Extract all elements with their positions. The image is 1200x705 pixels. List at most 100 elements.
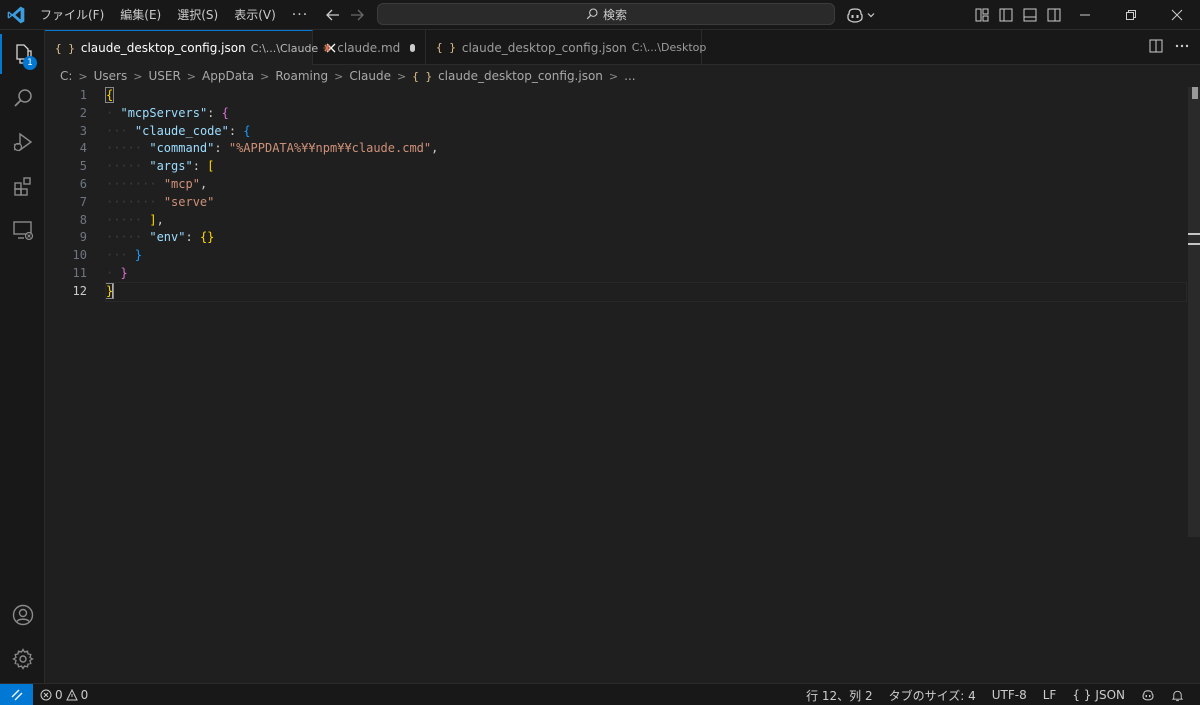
line-number-gutter: 1 2 3 4 5 6 7 8 9 10 11 12 — [45, 87, 95, 301]
json-key: "command" — [149, 141, 215, 156]
breadcrumb-item[interactable]: USER — [148, 69, 180, 83]
line-number: 5 — [79, 159, 87, 174]
remote-indicator-button[interactable] — [0, 684, 33, 705]
menu-file[interactable]: ファイル(F) — [32, 4, 112, 26]
go-back-icon[interactable] — [323, 5, 343, 25]
chevron-right-icon: > — [133, 69, 143, 83]
activity-extensions[interactable] — [0, 164, 45, 208]
activity-bar: 1 — [0, 30, 45, 683]
line-number: 1 — [79, 88, 87, 102]
tab-description: C:\...\Desktop — [631, 41, 707, 54]
toggle-panel-icon[interactable] — [1020, 5, 1040, 25]
status-bar: 0 0 行 12、列 2 タブのサイズ: 4 UTF-8 LF { } JSON — [0, 683, 1200, 705]
code-editor[interactable]: 1 2 3 4 5 6 7 8 9 10 11 12 { · "mcpServe… — [45, 87, 1200, 683]
toggle-secondary-sidebar-icon[interactable] — [1044, 5, 1064, 25]
scrollbar-thumb[interactable] — [1192, 87, 1198, 99]
json-key: "mcpServers" — [120, 105, 208, 120]
problems-status[interactable]: 0 0 — [40, 684, 88, 705]
code-line[interactable]: ······· "serve" — [106, 194, 1186, 212]
json-string: "%APPDATA%¥¥npm¥¥claude.cmd" — [228, 141, 432, 156]
code-line[interactable]: ····· ], — [106, 212, 1186, 230]
code-line[interactable]: ····· "command": "%APPDATA%¥¥npm¥¥claude… — [106, 140, 1186, 158]
window-controls — [1062, 0, 1200, 30]
line-number: 7 — [79, 194, 87, 209]
copilot-icon — [847, 8, 863, 23]
unsaved-dot-icon[interactable] — [410, 43, 415, 52]
go-forward-icon[interactable] — [347, 5, 367, 25]
json-string: "serve" — [163, 194, 215, 209]
tab-description: C:\...\Claude — [250, 41, 319, 55]
json-icon: { } — [1072, 688, 1092, 702]
minimize-icon[interactable] — [1062, 0, 1108, 30]
json-icon: { } — [436, 41, 456, 54]
chevron-right-icon: > — [334, 69, 344, 83]
copilot-icon — [1142, 690, 1154, 701]
vertical-scrollbar[interactable] — [1186, 87, 1200, 683]
cursor-position-status[interactable]: 行 12、列 2 — [798, 687, 881, 704]
code-line[interactable]: ····· "args": [ — [106, 158, 1186, 176]
copilot-status[interactable] — [1133, 688, 1163, 702]
breadcrumb-item[interactable]: Claude — [349, 69, 391, 83]
tab-label: claude_desktop_config.json — [461, 40, 627, 55]
code-line[interactable]: ······· "mcp", — [106, 176, 1186, 194]
error-count: 0 — [55, 688, 63, 702]
breadcrumb-item[interactable]: claude_desktop_config.json — [438, 69, 603, 83]
scrollbar-track[interactable] — [1188, 87, 1200, 537]
breadcrumb-item[interactable]: AppData — [202, 69, 254, 83]
restore-icon[interactable] — [1108, 0, 1154, 30]
code-line[interactable]: ··· } — [106, 247, 1186, 265]
menu-selection[interactable]: 選択(S) — [169, 4, 226, 26]
line-number: 11 — [72, 265, 87, 280]
error-icon — [40, 689, 52, 701]
settings-gear-icon — [11, 648, 34, 670]
activity-accounts[interactable] — [0, 593, 45, 637]
breadcrumb-item[interactable]: ... — [624, 69, 635, 83]
line-number: 10 — [72, 248, 87, 263]
code-line[interactable]: { — [104, 87, 1186, 105]
breadcrumb-item[interactable]: Roaming — [275, 69, 328, 83]
split-editor-icon[interactable] — [1148, 38, 1164, 54]
json-empty-object: {} — [199, 230, 215, 245]
code-line[interactable]: ····· "env": {} — [106, 229, 1186, 247]
menu-more-button[interactable]: ··· — [284, 4, 316, 26]
encoding-status[interactable]: UTF-8 — [984, 688, 1035, 702]
toggle-primary-sidebar-icon[interactable] — [996, 5, 1016, 25]
activity-remote-explorer[interactable] — [0, 208, 45, 252]
editor-actions — [1148, 38, 1190, 54]
breadcrumb-item[interactable]: C: — [60, 69, 72, 83]
chevron-right-icon: > — [78, 69, 88, 83]
activity-explorer[interactable]: 1 — [0, 32, 45, 76]
json-string: "mcp" — [163, 176, 200, 191]
line-number: 8 — [79, 212, 87, 227]
chevron-right-icon: > — [186, 69, 197, 83]
language-mode-status[interactable]: { } JSON — [1064, 688, 1133, 702]
activity-search[interactable] — [0, 76, 45, 120]
search-icon — [586, 8, 598, 20]
command-center-search[interactable]: 検索 — [377, 3, 835, 25]
code-lines[interactable]: { · "mcpServers": { ··· "claude_code": {… — [104, 87, 1187, 302]
activity-manage[interactable] — [0, 637, 45, 681]
indentation-status[interactable]: タブのサイズ: 4 — [881, 687, 984, 704]
json-icon: { } — [412, 69, 433, 83]
breadcrumb-item[interactable]: Users — [94, 69, 128, 83]
code-line-current[interactable]: } — [104, 281, 1187, 302]
more-actions-icon[interactable] — [1174, 38, 1190, 54]
tab-claude-desktop-config-desktop[interactable]: { } claude_desktop_config.json C:\...\De… — [426, 30, 706, 65]
notifications-status[interactable] — [1163, 689, 1192, 702]
activity-run-debug[interactable] — [0, 120, 45, 164]
cursor-position-marker — [1188, 233, 1200, 245]
code-line[interactable]: · "mcpServers": { — [106, 105, 1186, 123]
customize-layout-icon[interactable] — [972, 5, 992, 25]
tab-claude-desktop-config-claude[interactable]: { } claude_desktop_config.json C:\...\Cl… — [45, 30, 336, 65]
code-line[interactable]: ··· "claude_code": { — [106, 123, 1186, 141]
bell-icon — [1171, 690, 1184, 701]
copilot-menu-button[interactable] — [845, 5, 877, 25]
menu-view[interactable]: 表示(V) — [226, 4, 284, 26]
code-line[interactable]: · } — [106, 265, 1186, 283]
breadcrumb: C: > Users > USER > AppData > Roaming > … — [45, 65, 1200, 87]
close-window-icon[interactable] — [1154, 0, 1200, 30]
menu-edit[interactable]: 編集(E) — [112, 4, 169, 26]
text-cursor — [112, 283, 115, 299]
eol-status[interactable]: LF — [1035, 688, 1065, 702]
tab-claude-md[interactable]: claude.md — [313, 30, 426, 65]
